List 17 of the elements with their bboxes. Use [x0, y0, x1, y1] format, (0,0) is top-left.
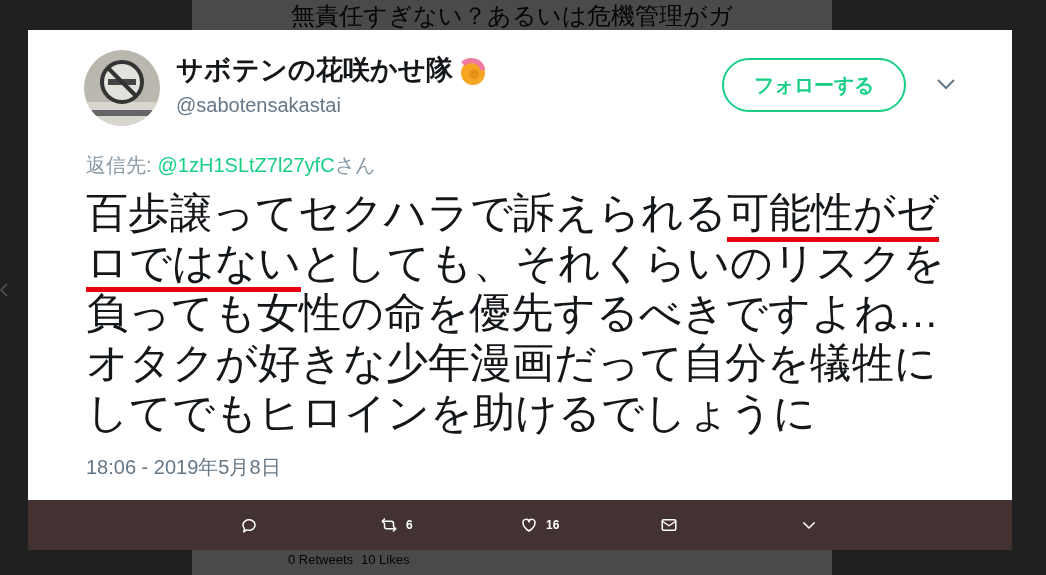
- retweet-count: 0 Retweets: [288, 550, 354, 569]
- chevron-down-icon[interactable]: [936, 78, 956, 90]
- retweet-icon: [380, 516, 398, 534]
- tweet-text: 無責任すぎない？あるいは危機管理がガ: [291, 4, 733, 28]
- timestamp: 18:06 - 2019年5月8日: [86, 455, 282, 480]
- retweet-button[interactable]: 6: [380, 516, 520, 534]
- chevron-left-icon[interactable]: [0, 282, 8, 298]
- like-count: 10 Likes: [361, 550, 410, 569]
- reply-label: 返信先:: [86, 153, 152, 178]
- like-button[interactable]: 16: [520, 516, 660, 534]
- heart-icon: [520, 516, 538, 534]
- reply-icon: [240, 516, 258, 534]
- user-handle: @sabotensakastai: [176, 92, 342, 118]
- display-name: サボテンの花咲かせ隊: [176, 54, 453, 87]
- envelope-icon: [660, 516, 678, 534]
- tweet-text: 百歩譲ってセクハラで訴えられる可能性がゼロではない としても、それくらいのリスクを負っても女性の命を優先するべきですよね…オタクが好きな少年漫画だって自分を犠牲にしてでもヒロインを助けるでしょうに: [86, 188, 946, 438]
- reply-suffix: さん: [334, 153, 375, 178]
